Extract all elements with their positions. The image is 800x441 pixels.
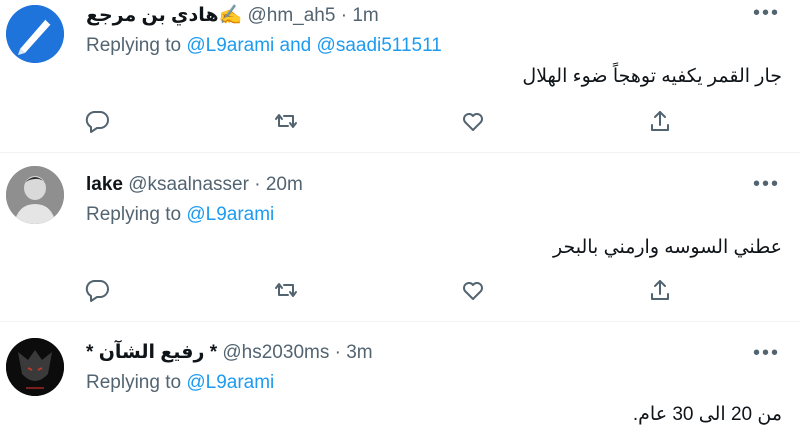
share-button[interactable] (647, 277, 673, 303)
avatar[interactable] (6, 5, 64, 63)
share-button[interactable] (647, 108, 673, 134)
share-icon (651, 280, 669, 300)
avatar[interactable] (6, 338, 64, 396)
tweet-header: lake @ksaalnasser · 20m (86, 173, 303, 197)
like-button[interactable] (460, 277, 486, 303)
reply-button[interactable] (84, 277, 110, 303)
tweet-text: من 20 الى 30 عام. (632, 404, 782, 425)
like-button[interactable] (460, 108, 486, 134)
user-handle[interactable]: @hs2030ms (222, 342, 329, 363)
timestamp[interactable]: · 1m (341, 5, 379, 26)
retweet-button[interactable] (273, 277, 299, 303)
retweet-icon (275, 283, 297, 297)
tweet-header: * رفيع الشآن * @hs2030ms · 3m (86, 341, 373, 365)
replying-label: Replying to (86, 35, 182, 56)
timestamp[interactable]: · 3m (335, 342, 373, 363)
more-icon[interactable]: ••• (753, 343, 780, 363)
user-handle[interactable]: @hm_ah5 (247, 5, 335, 26)
replying-label: Replying to (86, 372, 182, 393)
user-handle[interactable]: @ksaalnasser (128, 174, 249, 195)
profile-photo-icon (6, 166, 64, 224)
pen-logo-icon (6, 5, 64, 63)
replying-to-link[interactable]: @L9arami (186, 204, 274, 225)
replying-to: Replying to @L9arami and @saadi511511 (86, 34, 442, 58)
replying-to: Replying to @L9arami (86, 203, 274, 227)
avatar[interactable] (6, 166, 64, 224)
tweet[interactable]: * رفيع الشآن * @hs2030ms · 3m ••• Replyi… (0, 322, 800, 441)
like-icon (463, 113, 483, 131)
retweet-button[interactable] (273, 108, 299, 134)
like-icon (463, 282, 483, 300)
share-icon (651, 111, 669, 131)
replying-to: Replying to @L9arami (86, 371, 274, 395)
tweet-text: عطني السوسه وارمني بالبحر (553, 237, 782, 258)
reply-icon (85, 111, 109, 133)
tweet[interactable]: lake @ksaalnasser · 20m ••• Replying to … (0, 153, 800, 322)
tweet-header: هادي بن مرجع✍️ @hm_ah5 · 1m (86, 4, 379, 28)
display-name[interactable]: * رفيع الشآن * (86, 342, 217, 363)
replying-label: Replying to (86, 204, 182, 225)
tweet-text: جار القمر يكفيه توهجاً ضوء الهلال (522, 66, 782, 87)
display-name[interactable]: هادي بن مرجع✍️ (86, 5, 242, 26)
reply-icon (85, 280, 109, 302)
retweet-icon (275, 114, 297, 128)
tweet-actions (84, 277, 676, 303)
replying-to-link[interactable]: @L9arami (186, 372, 274, 393)
profile-photo-icon (6, 338, 64, 396)
reply-button[interactable] (84, 108, 110, 134)
replying-to-link[interactable]: @L9arami and @saadi511511 (186, 35, 441, 56)
tweet[interactable]: هادي بن مرجع✍️ @hm_ah5 · 1m ••• Replying… (0, 0, 800, 153)
timestamp[interactable]: · 20m (254, 174, 303, 195)
tweet-actions (84, 108, 676, 134)
more-icon[interactable]: ••• (753, 3, 780, 23)
more-icon[interactable]: ••• (753, 174, 780, 194)
display-name[interactable]: lake (86, 174, 123, 195)
